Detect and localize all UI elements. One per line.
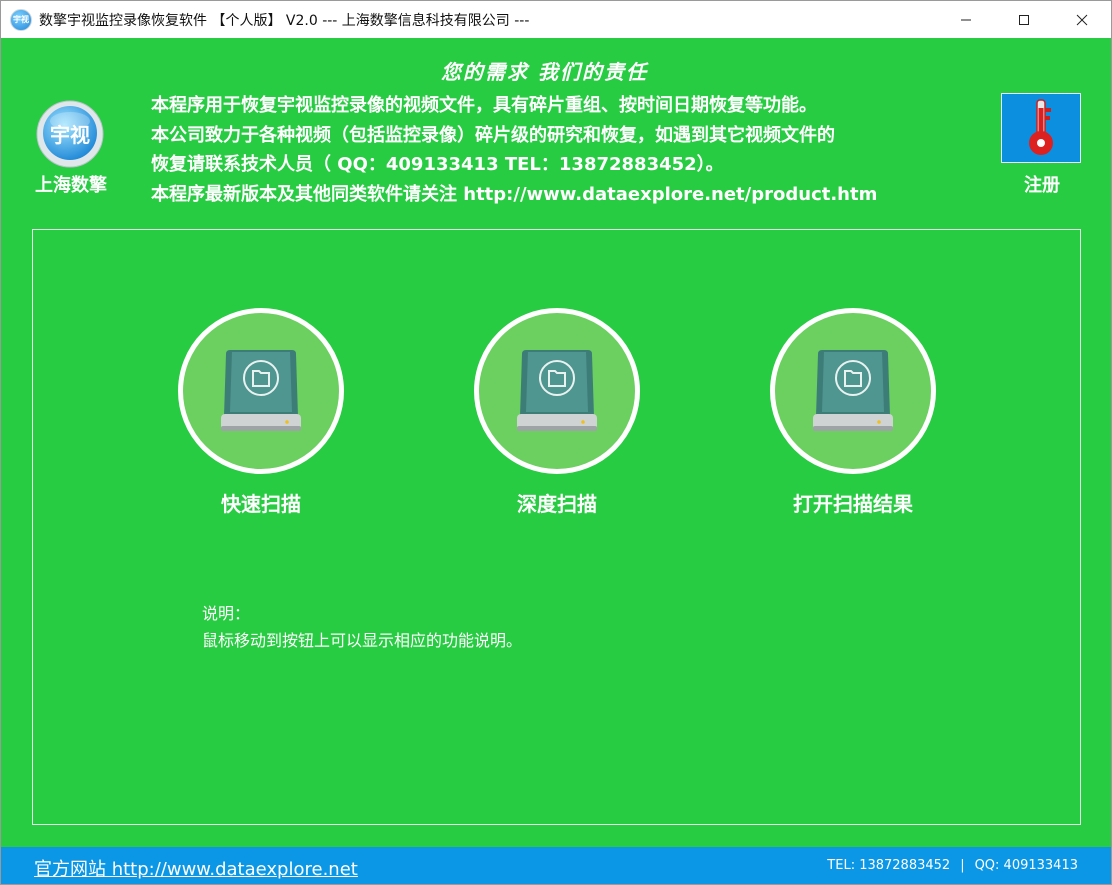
quick-scan-circle[interactable]: [178, 308, 344, 474]
app-icon: 宇视: [10, 8, 32, 31]
intro-line: 本程序最新版本及其他同类软件请关注 http://www.dataexplore…: [151, 183, 878, 205]
deep-scan-circle[interactable]: [474, 308, 640, 474]
official-site-link[interactable]: 官方网站 http://www.dataexplore.net: [34, 855, 358, 881]
description: 说明： 鼠标移动到按钮上可以显示相应的功能说明。: [202, 600, 522, 654]
quick-scan-label[interactable]: 快速扫描: [173, 488, 349, 517]
footer-bar: 官方网站 http://www.dataexplore.net TEL: 138…: [1, 847, 1111, 884]
footer-tel: TEL: 13872883452: [827, 858, 951, 873]
key-icon: [1029, 99, 1053, 155]
hard-drive-icon: [813, 350, 893, 431]
maximize-button[interactable]: [995, 1, 1053, 38]
register-button[interactable]: [1001, 93, 1081, 163]
hard-drive-icon: [221, 350, 301, 431]
deep-scan-button[interactable]: 深度扫描: [469, 308, 645, 517]
intro-line: 本公司致力于各种视频（包括监控录像）碎片级的研究和恢复，如遇到其它视频文件的: [151, 124, 835, 146]
maximize-icon: [1019, 14, 1029, 25]
window-title: 数擎宇视监控录像恢复软件 【个人版】 V2.0 --- 上海数擎信息科技有限公司…: [39, 12, 530, 29]
footer-qq: QQ: 409133413: [974, 858, 1078, 873]
quick-scan-button[interactable]: 快速扫描: [173, 308, 349, 517]
slogan: 您的需求 我们的责任: [441, 60, 648, 84]
register-label: 注册: [1024, 175, 1060, 196]
close-button[interactable]: [1053, 1, 1111, 38]
intro-text: 本程序用于恢复宇视监控录像的视频文件，具有碎片重组、按时间日期恢复等功能。 本公…: [151, 91, 981, 209]
company-logo: 宇视: [35, 99, 105, 169]
footer-contact: TEL: 13872883452 | QQ: 409133413: [827, 858, 1078, 873]
window-controls: [937, 1, 1111, 38]
main-window: 宇视 数擎宇视监控录像恢复软件 【个人版】 V2.0 --- 上海数擎信息科技有…: [0, 0, 1112, 885]
intro-line: 恢复请联系技术人员（ QQ：409133413 TEL：13872883452）…: [151, 154, 724, 175]
open-results-label[interactable]: 打开扫描结果: [765, 488, 941, 517]
main-panel: 快速扫描 深度扫描 打开扫描结果 说明： 鼠标移动到按钮上可以显示相应的功能说明…: [32, 229, 1081, 825]
open-results-circle[interactable]: [770, 308, 936, 474]
logo-caption: 上海数擎: [35, 175, 107, 196]
description-text: 鼠标移动到按钮上可以显示相应的功能说明。: [202, 631, 523, 650]
minimize-button[interactable]: [937, 1, 995, 38]
open-results-button[interactable]: 打开扫描结果: [765, 308, 941, 517]
intro-line: 本程序用于恢复宇视监控录像的视频文件，具有碎片重组、按时间日期恢复等功能。: [151, 95, 817, 116]
close-icon: [1076, 14, 1088, 25]
footer-separator: |: [960, 858, 965, 873]
logo-text: 宇视: [50, 122, 90, 147]
minimize-icon: [961, 19, 971, 20]
deep-scan-label[interactable]: 深度扫描: [469, 488, 645, 517]
hard-drive-icon: [517, 350, 597, 431]
description-title: 说明：: [202, 604, 251, 623]
title-bar[interactable]: 宇视 数擎宇视监控录像恢复软件 【个人版】 V2.0 --- 上海数擎信息科技有…: [1, 1, 1111, 38]
